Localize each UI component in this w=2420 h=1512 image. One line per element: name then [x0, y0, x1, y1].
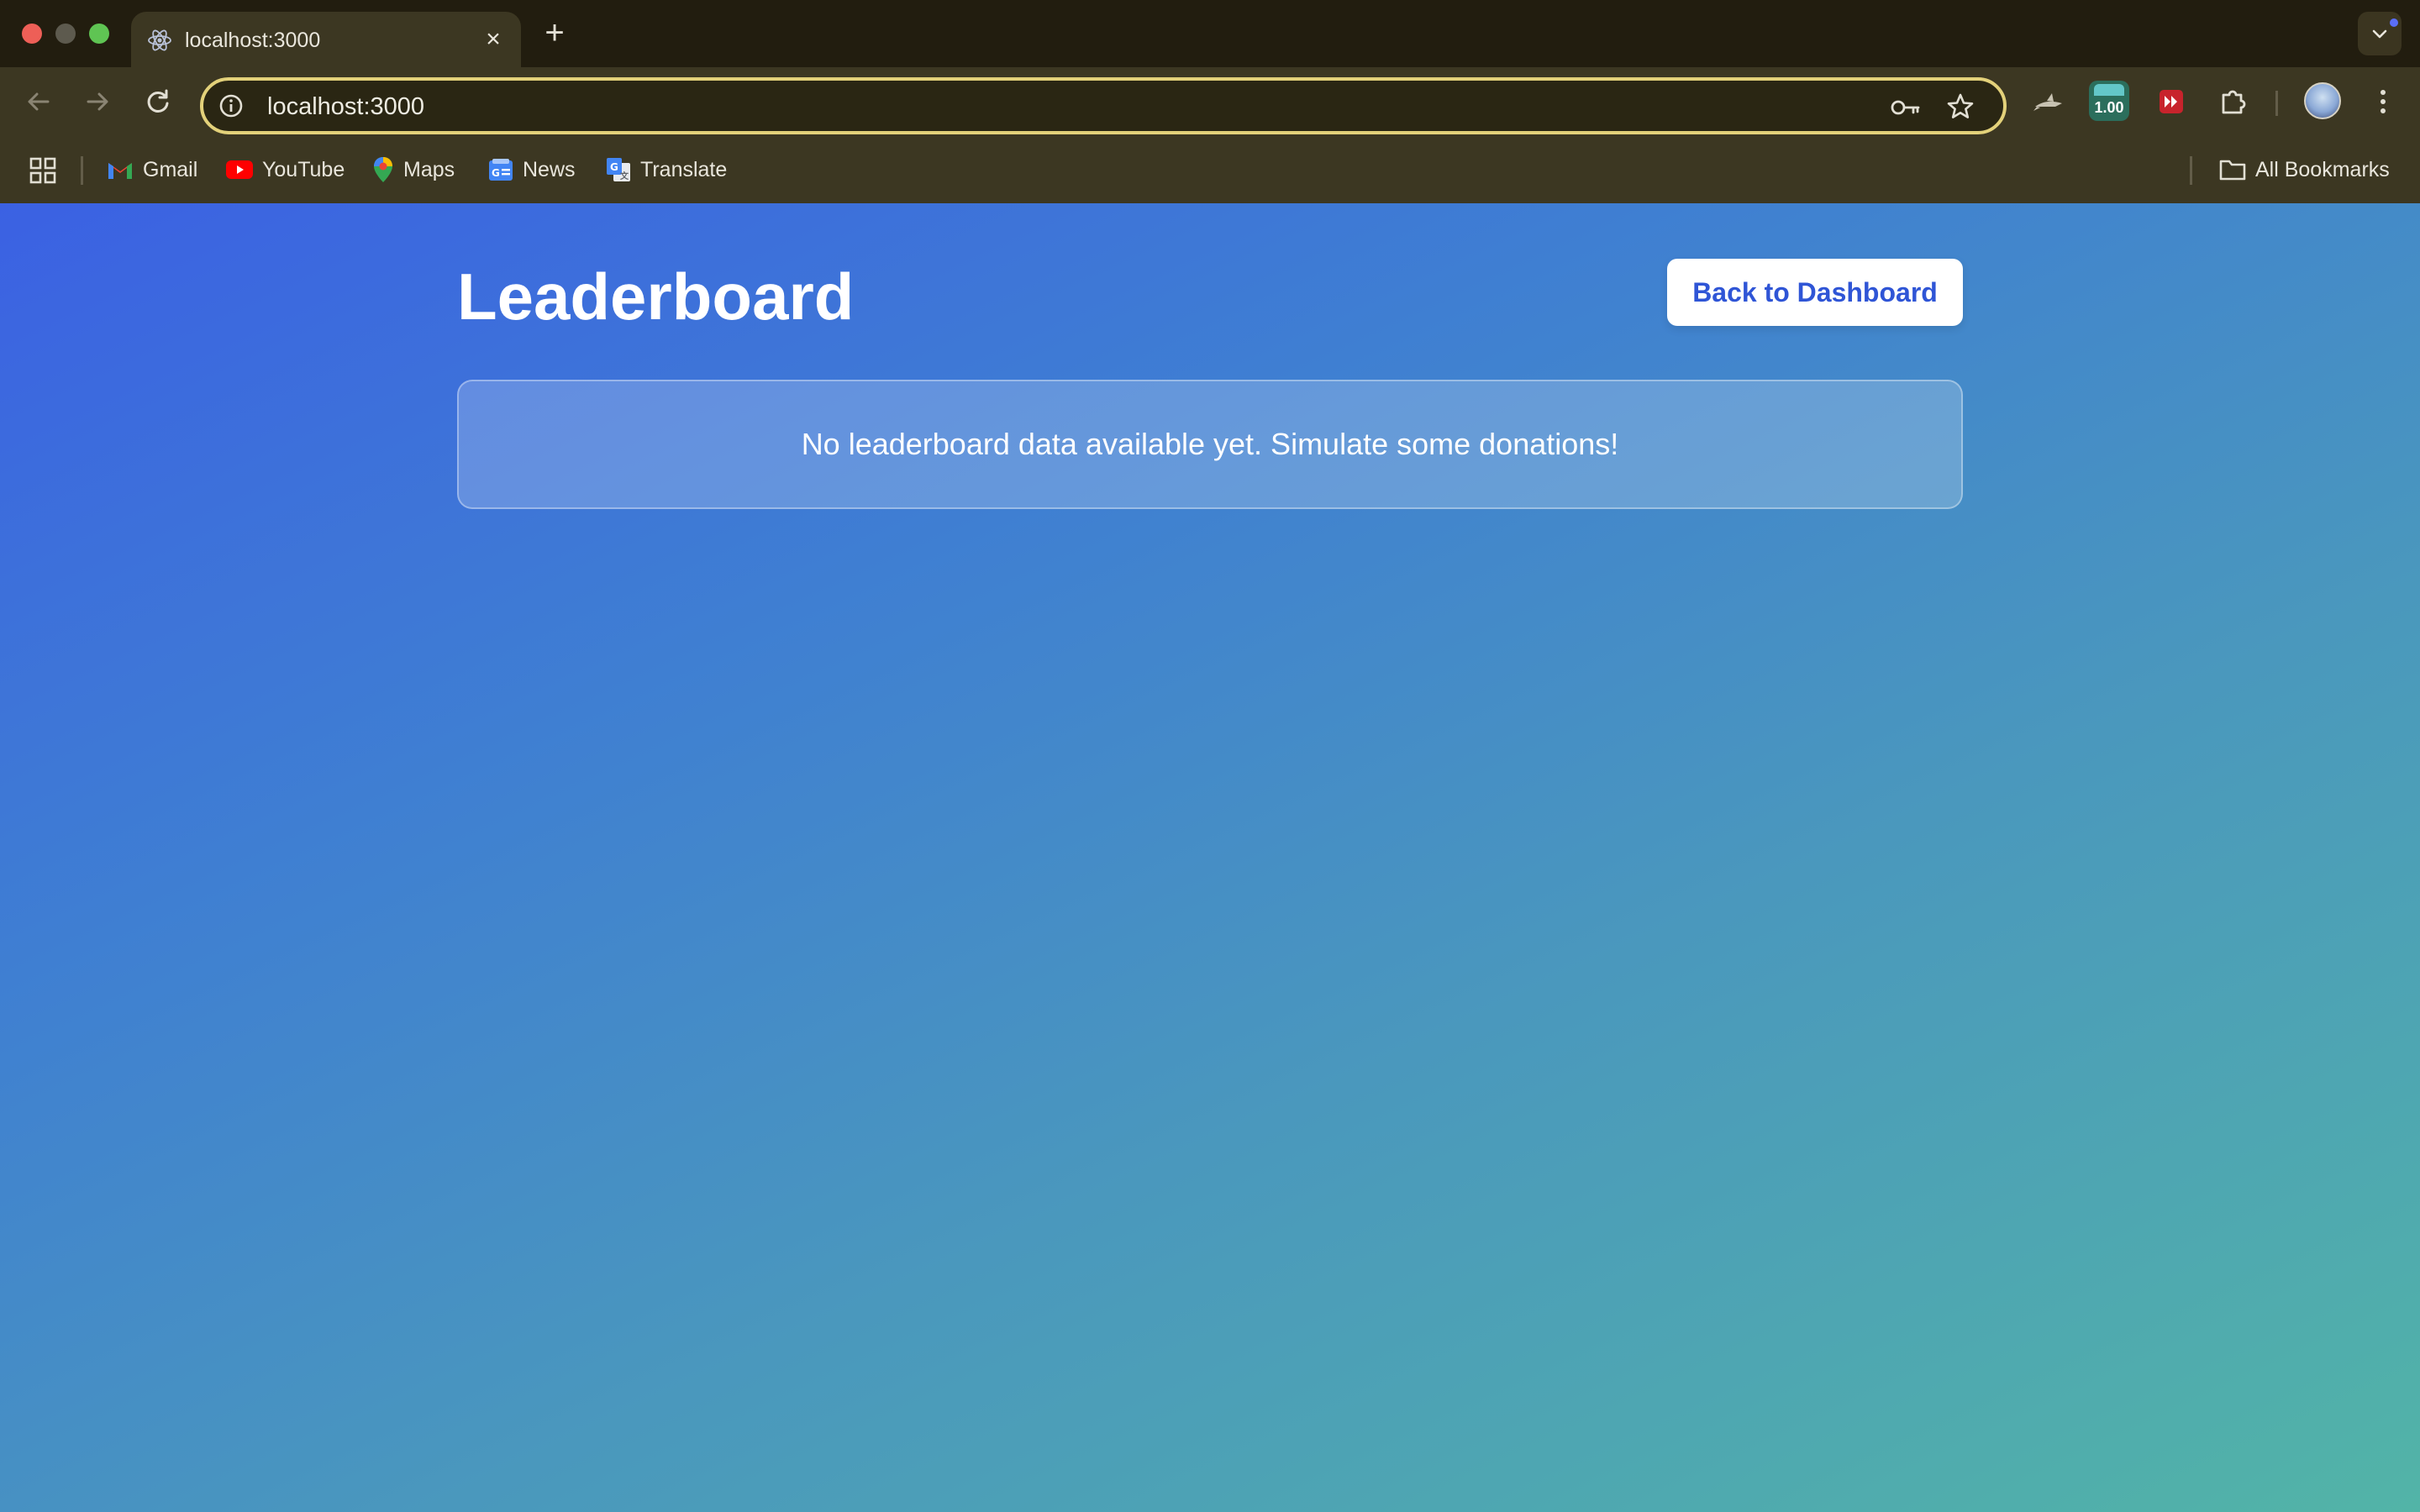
translate-icon: G 文 [607, 158, 630, 181]
tab-search-button[interactable] [2358, 12, 2402, 55]
empty-state-message: No leaderboard data available yet. Simul… [801, 427, 1619, 461]
shark-extension-icon[interactable] [2030, 83, 2067, 120]
toolbar-divider [2275, 91, 2278, 116]
notification-dot [2390, 18, 2398, 27]
close-tab-icon[interactable]: × [481, 27, 506, 52]
svg-text:G: G [492, 167, 500, 179]
new-tab-button[interactable]: + [538, 16, 571, 50]
back-button[interactable] [20, 83, 57, 120]
youtube-icon [226, 160, 253, 179]
bookmark-label: Translate [640, 158, 728, 181]
badge-bar [2094, 84, 2124, 96]
fast-forward-icon [2160, 90, 2183, 113]
minimize-window-button[interactable] [55, 24, 76, 44]
reload-icon [147, 89, 169, 113]
maximize-window-button[interactable] [89, 24, 109, 44]
bookmarks-bar: Gmail YouTube Maps G News G 文 Translate … [0, 136, 2420, 203]
gmail-icon [108, 163, 132, 179]
all-bookmarks-label: All Bookmarks [2255, 158, 2390, 181]
browser-toolbar: localhost:3000 1.00 [0, 67, 2420, 136]
red-extension-button[interactable] [2153, 83, 2190, 120]
bookmark-label: Gmail [143, 158, 198, 181]
url-text[interactable]: localhost:3000 [267, 93, 424, 120]
profile-avatar[interactable] [2304, 82, 2341, 119]
page-content: Leaderboard Back to Dashboard No leaderb… [0, 203, 2420, 1512]
kebab-menu-icon [2381, 90, 2386, 113]
chevron-down-icon [2372, 29, 2387, 39]
empty-state-card: No leaderboard data available yet. Simul… [457, 380, 1963, 509]
badge-text: 1.00 [2094, 99, 2124, 116]
news-icon: G [489, 159, 513, 181]
bookmark-youtube[interactable]: YouTube [225, 153, 345, 186]
browser-tab[interactable]: localhost:3000 × [131, 12, 521, 67]
arrow-left-icon [28, 92, 50, 111]
browser-menu-button[interactable] [2365, 83, 2402, 120]
maps-icon [374, 157, 392, 182]
tab-title: localhost:3000 [185, 29, 321, 52]
svg-text:文: 文 [620, 171, 629, 181]
site-info-icon[interactable] [217, 92, 245, 120]
bookmark-label: Maps [403, 158, 455, 181]
back-to-dashboard-button[interactable]: Back to Dashboard [1667, 259, 1963, 326]
arrow-right-icon [87, 92, 108, 111]
reload-button[interactable] [139, 83, 176, 120]
react-icon [148, 29, 171, 51]
bookmark-label: News [523, 158, 576, 181]
extensions-button[interactable] [2215, 83, 2252, 120]
folder-icon [2219, 160, 2246, 181]
password-key-icon[interactable] [1889, 92, 1923, 123]
bookmark-label: YouTube [262, 158, 345, 181]
close-window-button[interactable] [22, 24, 42, 44]
bookmark-gmail[interactable]: Gmail [106, 153, 197, 186]
address-bar[interactable]: localhost:3000 [200, 77, 2007, 134]
svg-text:G: G [610, 161, 618, 173]
bookmark-news[interactable]: G News [487, 153, 576, 186]
bookmark-star-icon[interactable] [1944, 91, 1976, 123]
forward-button[interactable] [79, 83, 116, 120]
all-bookmarks-button[interactable]: All Bookmarks [2218, 153, 2390, 186]
bookmark-translate[interactable]: G 文 Translate [605, 153, 727, 186]
bookmarks-divider [81, 156, 83, 185]
shark-icon [2033, 93, 2062, 111]
tab-strip: localhost:3000 × + [0, 0, 2420, 67]
page-title: Leaderboard [457, 260, 855, 333]
apps-grid-icon[interactable] [29, 156, 57, 185]
extension-counter-badge[interactable]: 1.00 [2089, 81, 2129, 121]
bookmarks-divider-right [2190, 156, 2192, 185]
puzzle-icon [2222, 90, 2246, 114]
bookmark-maps[interactable]: Maps [371, 153, 455, 186]
